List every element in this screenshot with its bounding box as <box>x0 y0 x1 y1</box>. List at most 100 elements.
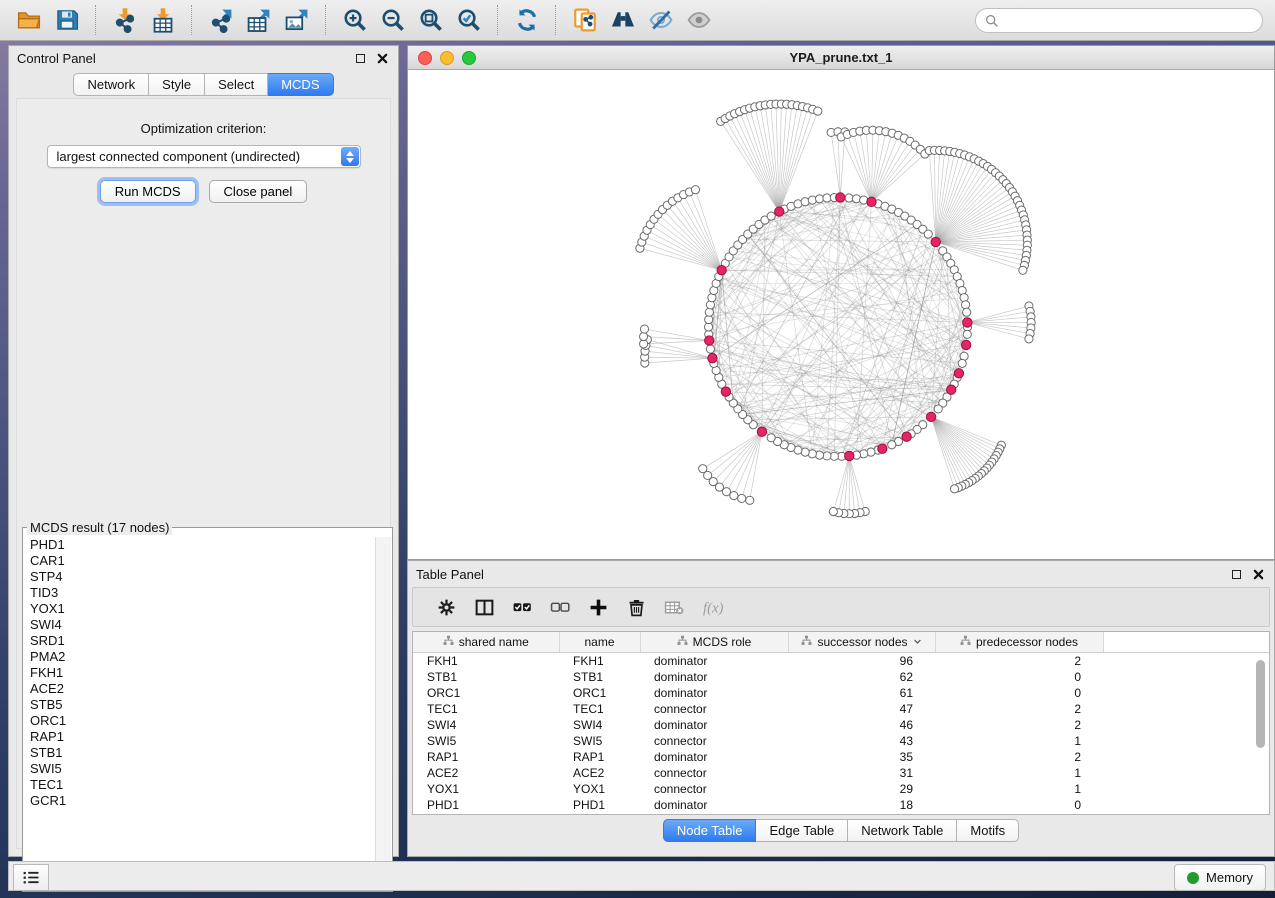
save-session-button[interactable] <box>52 5 82 35</box>
copy-network-button[interactable] <box>570 5 600 35</box>
tab-network-table[interactable]: Network Table <box>848 819 957 842</box>
network-canvas[interactable] <box>408 70 1274 559</box>
mcds-hub-node[interactable] <box>902 432 911 441</box>
tab-style[interactable]: Style <box>149 73 205 96</box>
mcds-hub-node[interactable] <box>836 193 845 202</box>
network-node[interactable] <box>950 485 958 493</box>
open-file-button[interactable] <box>14 5 44 35</box>
network-node[interactable] <box>767 434 775 442</box>
column-header[interactable]: name <box>559 632 640 653</box>
float-table-panel-icon[interactable] <box>1228 566 1244 582</box>
table-row[interactable]: TEC1TEC1connector472 <box>413 701 1269 717</box>
network-node[interactable] <box>738 494 746 502</box>
mcds-hub-node[interactable] <box>705 336 714 345</box>
table-row[interactable]: ACE2ACE2connector311 <box>413 765 1269 781</box>
network-node[interactable] <box>962 301 970 309</box>
mcds-hub-node[interactable] <box>717 266 726 275</box>
zoom-fit-button[interactable] <box>416 5 446 35</box>
table-row[interactable]: PHD1PHD1dominator180 <box>413 797 1269 813</box>
mcds-hub-node[interactable] <box>947 385 956 394</box>
zoom-in-button[interactable] <box>340 5 370 35</box>
network-node[interactable] <box>816 451 824 459</box>
tab-mcds[interactable]: MCDS <box>268 73 333 96</box>
network-node[interactable] <box>706 345 714 353</box>
window-minimize-button[interactable] <box>440 51 454 65</box>
tab-network[interactable]: Network <box>73 73 149 96</box>
memory-button[interactable]: Memory <box>1174 864 1266 891</box>
delete-column-button[interactable] <box>623 594 649 620</box>
zoom-out-button[interactable] <box>378 5 408 35</box>
mcds-hub-node[interactable] <box>931 237 940 246</box>
network-node[interactable] <box>640 325 648 333</box>
mcds-result-item[interactable]: SRD1 <box>30 633 376 649</box>
mcds-hub-node[interactable] <box>963 318 972 327</box>
network-node[interactable] <box>963 308 971 316</box>
column-header[interactable]: predecessor nodes <box>935 632 1103 653</box>
mcds-result-item[interactable]: PMA2 <box>30 649 376 665</box>
mcds-hub-node[interactable] <box>926 412 935 421</box>
float-panel-icon[interactable] <box>352 50 368 66</box>
export-image-button[interactable] <box>282 5 312 35</box>
search-input[interactable] <box>1005 12 1262 29</box>
tab-select[interactable]: Select <box>205 73 268 96</box>
table-row[interactable]: RAP1RAP1dominator352 <box>413 749 1269 765</box>
network-node[interactable] <box>767 212 775 220</box>
network-node[interactable] <box>963 330 971 338</box>
unselect-all-button[interactable] <box>547 594 573 620</box>
mcds-hub-node[interactable] <box>878 444 887 453</box>
mcds-result-item[interactable]: RAP1 <box>30 729 376 745</box>
network-node[interactable] <box>705 308 713 316</box>
optimization-select[interactable]: largest connected component (undirected) <box>47 145 361 168</box>
mcds-result-item[interactable]: ACE2 <box>30 681 376 697</box>
table-row[interactable]: SWI4SWI4dominator462 <box>413 717 1269 733</box>
mcds-hub-node[interactable] <box>962 340 971 349</box>
network-node[interactable] <box>816 195 824 203</box>
network-node[interactable] <box>640 332 648 340</box>
window-close-button[interactable] <box>418 51 432 65</box>
mcds-hub-node[interactable] <box>708 354 717 363</box>
select-all-button[interactable] <box>509 594 535 620</box>
network-node[interactable] <box>860 450 868 458</box>
mcds-hub-node[interactable] <box>845 451 854 460</box>
network-node[interactable] <box>808 196 816 204</box>
settings-button[interactable] <box>433 594 459 620</box>
table-row[interactable]: FKH1FKH1dominator962 <box>413 653 1269 670</box>
mcds-result-item[interactable]: FKH1 <box>30 665 376 681</box>
table-row[interactable]: SWI5SWI5connector431 <box>413 733 1269 749</box>
network-node[interactable] <box>1025 335 1033 343</box>
network-node[interactable] <box>852 195 860 203</box>
network-node[interactable] <box>924 230 932 238</box>
close-panel-icon[interactable] <box>374 50 390 66</box>
network-node[interactable] <box>829 507 837 515</box>
column-header[interactable]: MCDS role <box>640 632 788 653</box>
mcds-result-item[interactable]: STB1 <box>30 745 376 761</box>
network-node[interactable] <box>699 465 707 473</box>
network-node[interactable] <box>691 186 699 194</box>
mcds-hub-node[interactable] <box>954 369 963 378</box>
mcds-hub-node[interactable] <box>867 197 876 206</box>
mcds-result-item[interactable]: STP4 <box>30 569 376 585</box>
network-node[interactable] <box>958 359 966 367</box>
zoom-selected-button[interactable] <box>454 5 484 35</box>
tab-motifs[interactable]: Motifs <box>957 819 1019 842</box>
mcds-result-item[interactable]: TEC1 <box>30 777 376 793</box>
mcds-result-item[interactable]: CAR1 <box>30 553 376 569</box>
mcds-result-scrollbar[interactable] <box>375 537 391 890</box>
column-header[interactable]: successor nodes <box>788 632 935 653</box>
mcds-result-item[interactable]: TID3 <box>30 585 376 601</box>
export-network-button[interactable] <box>206 5 236 35</box>
show-all-button[interactable] <box>684 5 714 35</box>
mcds-result-item[interactable]: GCR1 <box>30 793 376 809</box>
mcds-hub-node[interactable] <box>775 207 784 216</box>
mcds-result-item[interactable]: STB5 <box>30 697 376 713</box>
network-node[interactable] <box>888 441 896 449</box>
network-node[interactable] <box>814 107 822 115</box>
column-header[interactable]: shared name <box>413 632 559 653</box>
export-table-button[interactable] <box>244 5 274 35</box>
refresh-layout-button[interactable] <box>512 5 542 35</box>
mcds-result-item[interactable]: ORC1 <box>30 713 376 729</box>
network-node[interactable] <box>845 194 853 202</box>
tab-edge-table[interactable]: Edge Table <box>756 819 848 842</box>
table-row[interactable]: ORC1ORC1dominator610 <box>413 685 1269 701</box>
hide-selected-button[interactable] <box>646 5 676 35</box>
